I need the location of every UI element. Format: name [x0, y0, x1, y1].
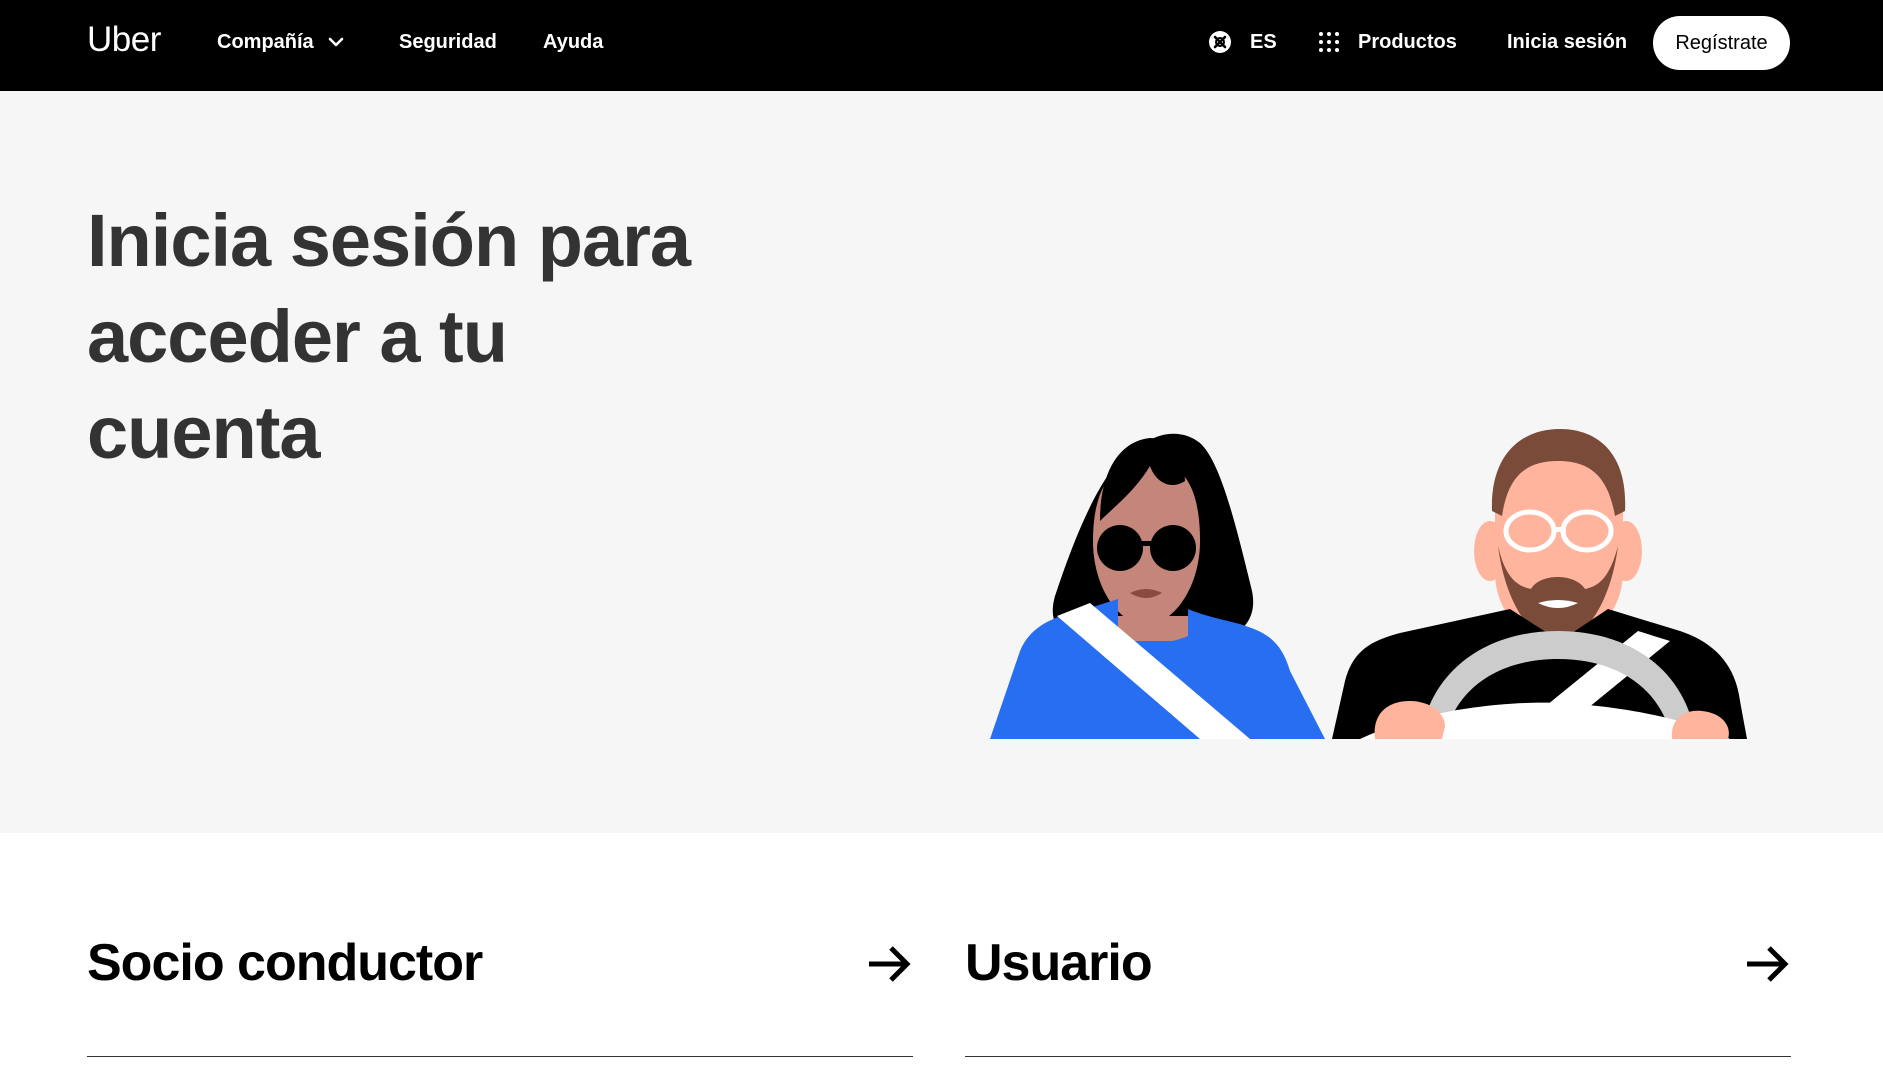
top-navigation: Uber Compañía Seguridad Ayuda ES Product… — [0, 0, 1883, 91]
driver-option-label: Socio conductor — [87, 934, 483, 992]
products-label: Productos — [1358, 31, 1457, 53]
chevron-down-icon — [328, 37, 343, 47]
hero-title: Inicia sesión para acceder a tu cuenta — [87, 199, 691, 474]
nav-company-dropdown[interactable]: Compañía — [217, 30, 344, 54]
grid-icon — [1319, 32, 1339, 52]
driver-login-option[interactable]: Socio conductor — [87, 900, 913, 1057]
arrow-right-icon — [1747, 946, 1789, 982]
hero-section: Inicia sesión para acceder a tu cuenta — [0, 91, 1883, 833]
nav-company-label: Compañía — [217, 31, 314, 53]
woman-figure — [990, 433, 1325, 739]
products-menu[interactable]: Productos — [1318, 30, 1457, 54]
man-figure — [1332, 429, 1747, 739]
rider-driver-illustration — [990, 429, 1747, 739]
language-label: ES — [1250, 31, 1277, 53]
rider-login-option[interactable]: Usuario — [965, 900, 1791, 1057]
nav-security-link[interactable]: Seguridad — [399, 30, 497, 54]
globe-icon — [1209, 31, 1231, 53]
signup-button[interactable]: Regístrate — [1653, 16, 1790, 70]
rider-option-label: Usuario — [965, 934, 1153, 992]
login-link[interactable]: Inicia sesión — [1507, 30, 1627, 54]
nav-help-link[interactable]: Ayuda — [543, 30, 603, 54]
uber-logo[interactable]: Uber — [87, 20, 161, 60]
language-selector[interactable]: ES — [1208, 30, 1277, 54]
arrow-right-icon — [869, 946, 911, 982]
